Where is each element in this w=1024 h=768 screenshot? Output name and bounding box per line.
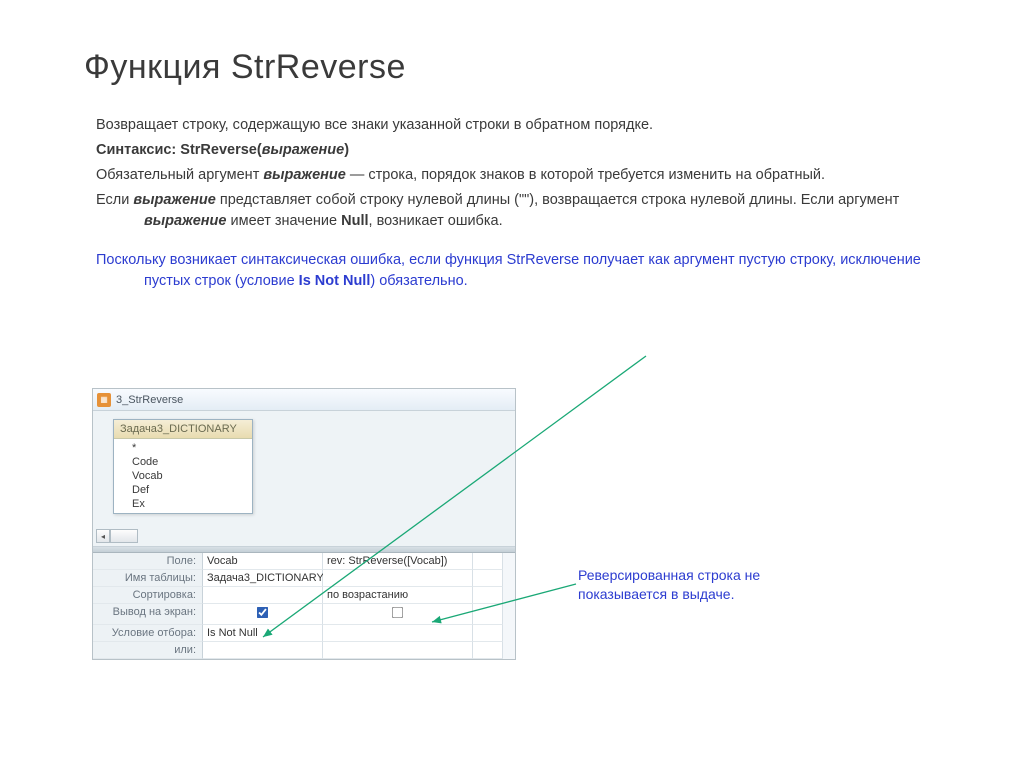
grid-label-field: Поле: — [93, 553, 203, 570]
grid-cell-criteria-2[interactable] — [323, 625, 473, 642]
table-fields-list: * Code Vocab Def Ex — [114, 439, 252, 513]
grid-cell-field-1[interactable]: Vocab — [203, 553, 323, 570]
window-title: 3_StrReverse — [116, 394, 183, 406]
para-syntax: Синтаксис: StrReverse(выражение) — [96, 140, 948, 161]
grid-cell-sort-1[interactable] — [203, 587, 323, 604]
grid-label-table: Имя таблицы: — [93, 570, 203, 587]
table-field[interactable]: Def — [114, 483, 252, 497]
table-box-title: Задача3_DICTIONARY — [114, 420, 252, 439]
grid-label-sort: Сортировка: — [93, 587, 203, 604]
scroll-thumb[interactable] — [110, 529, 138, 543]
show-checkbox-2[interactable] — [392, 607, 403, 618]
table-field[interactable]: * — [114, 441, 252, 455]
para-null: Если выражение представляет собой строку… — [96, 190, 948, 232]
syntax-arg: выражение — [262, 142, 344, 158]
table-box[interactable]: Задача3_DICTIONARY * Code Vocab Def Ex — [113, 419, 253, 514]
grid-cell-field-2[interactable]: rev: StrReverse([Vocab]) — [323, 553, 473, 570]
annotation-reversed-not-shown: Реверсированная строка не показывается в… — [578, 566, 838, 604]
note-isnotnull: Поскольку возникает синтаксическая ошибк… — [96, 250, 948, 292]
description: Возвращает строку, содержащую все знаки … — [96, 115, 948, 292]
syntax-close: ) — [344, 142, 349, 158]
scroll-controls: ◂ — [96, 529, 176, 543]
grid-cell-show-3[interactable] — [473, 604, 503, 625]
grid-cell-table-2[interactable] — [323, 570, 473, 587]
query-designer-window: ▦ 3_StrReverse Задача3_DICTIONARY * Code… — [92, 388, 516, 660]
design-grid: Поле: Vocab rev: StrReverse([Vocab]) Имя… — [93, 553, 515, 659]
grid-cell-table-3[interactable] — [473, 570, 503, 587]
grid-cell-or-3[interactable] — [473, 642, 503, 659]
para-arg: Обязательный аргумент выражение — строка… — [96, 165, 948, 186]
table-field[interactable]: Vocab — [114, 469, 252, 483]
grid-label-criteria: Условие отбора: — [93, 625, 203, 642]
scroll-left-icon[interactable]: ◂ — [96, 529, 110, 543]
window-titlebar: ▦ 3_StrReverse — [93, 389, 515, 411]
show-checkbox-1[interactable] — [257, 607, 268, 618]
para-desc: Возвращает строку, содержащую все знаки … — [96, 115, 948, 136]
grid-cell-criteria-1[interactable]: Is Not Null — [203, 625, 323, 642]
grid-cell-field-3[interactable] — [473, 553, 503, 570]
grid-cell-or-1[interactable] — [203, 642, 323, 659]
grid-label-show: Вывод на экран: — [93, 604, 203, 625]
grid-cell-table-1[interactable]: Задача3_DICTIONARY — [203, 570, 323, 587]
grid-cell-show-2[interactable] — [323, 604, 473, 625]
syntax-fn: StrReverse( — [180, 142, 261, 158]
grid-cell-sort-2[interactable]: по возрастанию — [323, 587, 473, 604]
grid-cell-sort-3[interactable] — [473, 587, 503, 604]
tables-pane[interactable]: Задача3_DICTIONARY * Code Vocab Def Ex ◂ — [93, 411, 515, 547]
table-field[interactable]: Ex — [114, 497, 252, 511]
grid-cell-show-1[interactable] — [203, 604, 323, 625]
query-icon: ▦ — [97, 393, 111, 407]
slide-title: Функция StrReverse — [84, 48, 968, 87]
grid-label-or: или: — [93, 642, 203, 659]
grid-cell-criteria-3[interactable] — [473, 625, 503, 642]
table-field[interactable]: Code — [114, 455, 252, 469]
grid-cell-or-2[interactable] — [323, 642, 473, 659]
syntax-label: Синтаксис: — [96, 142, 180, 158]
